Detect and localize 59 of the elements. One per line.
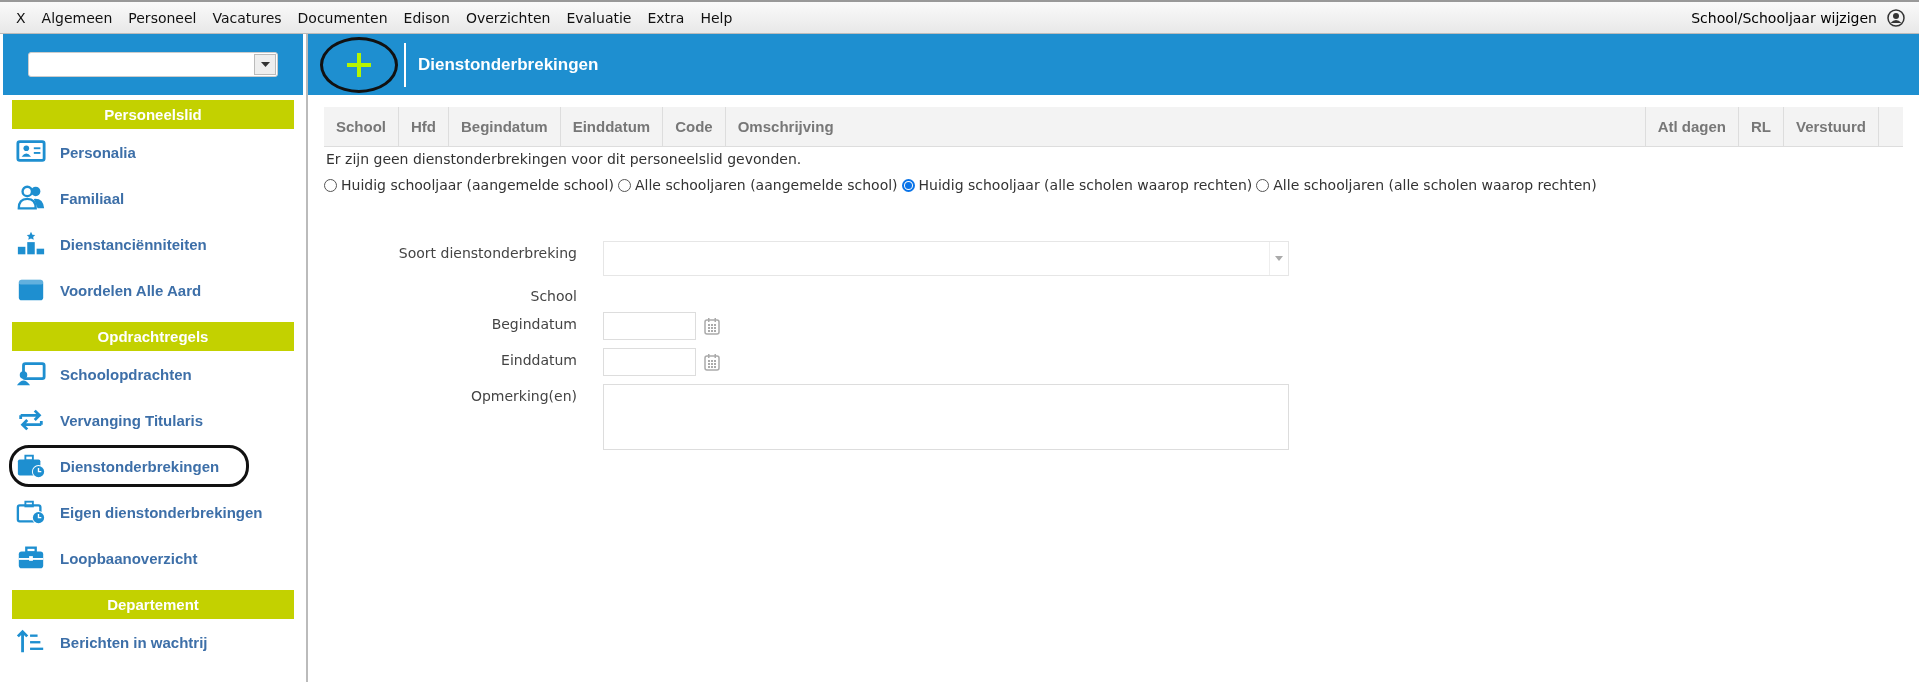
column-header[interactable]: RL (1738, 107, 1784, 147)
column-header[interactable]: Hfd (398, 107, 449, 147)
field-label: School (529, 287, 577, 304)
column-header[interactable]: Verstuurd (1783, 107, 1879, 147)
column-header[interactable]: Begindatum (448, 107, 561, 147)
caret-icon (1275, 256, 1283, 261)
sidebar-item[interactable]: Vervanging Titularis (3, 397, 303, 443)
sidebar-item[interactable]: Schoolopdrachten (3, 351, 303, 397)
sidebar-item[interactable]: Familiaal (3, 175, 303, 221)
section-header: Personeelslid (12, 100, 294, 129)
change-school-link[interactable]: School/Schooljaar wijzigen (1691, 9, 1877, 26)
column-header[interactable]: Einddatum (560, 107, 663, 147)
page-title: Dienstonderbrekingen (418, 54, 599, 75)
empty-message: Er zijn geen dienstonderbrekingen voor dit personeelslid gevonden. (326, 151, 803, 167)
menu-item[interactable]: Overzichten (457, 9, 559, 26)
sidebar-item[interactable]: Personalia (3, 129, 303, 175)
menu-item[interactable]: Algemeen (33, 9, 121, 26)
caret-icon (260, 62, 270, 67)
column-header[interactable]: Code (662, 107, 726, 147)
radio-button[interactable] (1256, 178, 1270, 192)
radio-button[interactable] (618, 178, 631, 192)
calendar-icon[interactable] (704, 317, 720, 335)
radio-label[interactable]: Alle schooljaren (alle scholen waarop rechten) (1273, 177, 1597, 193)
menu-item[interactable]: X (8, 9, 34, 26)
menu-item[interactable]: Edison (395, 9, 458, 26)
radio-button[interactable] (324, 178, 337, 192)
sidebar-item[interactable]: Dienstonderbrekingen (3, 443, 303, 489)
sidebar-item[interactable]: Loopbaanoverzicht (3, 535, 303, 581)
field-label: Begindatum (490, 315, 577, 334)
menu-item[interactable]: Personeel (120, 9, 205, 26)
sidebar-item[interactable]: Dienstanciënniteiten (3, 221, 303, 267)
sidebar-item[interactable]: Voordelen Alle Aard (3, 267, 303, 313)
sidebar-item[interactable]: Berichten in wachtrij (3, 619, 303, 665)
type-select[interactable] (603, 241, 1289, 276)
menu-item[interactable]: Extra (639, 9, 693, 26)
calendar-icon[interactable] (704, 353, 720, 371)
remarks-field[interactable] (603, 384, 1289, 450)
plus-icon (345, 50, 373, 79)
section-header: Departement (12, 590, 294, 619)
radio-button[interactable] (901, 178, 915, 192)
menu-item[interactable]: Evaluatie (558, 9, 640, 26)
menu-item[interactable]: Documenten (289, 9, 396, 26)
date-field[interactable] (603, 348, 696, 376)
radio-label[interactable]: Huidig schooljaar (aangemelde school) (341, 177, 614, 193)
field-label: Opmerking(en) (469, 387, 577, 406)
column-header[interactable]: Atl dagen (1645, 107, 1739, 147)
field-label: Einddatum (500, 351, 577, 370)
menu-item[interactable]: Vacatures (204, 9, 290, 26)
user-icon[interactable] (1887, 8, 1905, 27)
person-select[interactable] (28, 52, 278, 77)
column-header[interactable]: Omschrijving (725, 107, 1646, 147)
column-header[interactable]: School (324, 107, 399, 147)
section-header: Opdrachtregels (12, 322, 294, 351)
sidebar-item[interactable]: Eigen dienstonderbrekingen (3, 489, 303, 535)
radio-label[interactable]: Alle schooljaren (aangemelde school) (635, 177, 898, 193)
field-label: Soort dienstonderbreking (397, 244, 577, 263)
date-field[interactable] (603, 312, 696, 340)
radio-label[interactable]: Huidig schooljaar (alle scholen waarop rechten) (918, 177, 1253, 193)
menu-item[interactable]: Help (692, 9, 741, 26)
